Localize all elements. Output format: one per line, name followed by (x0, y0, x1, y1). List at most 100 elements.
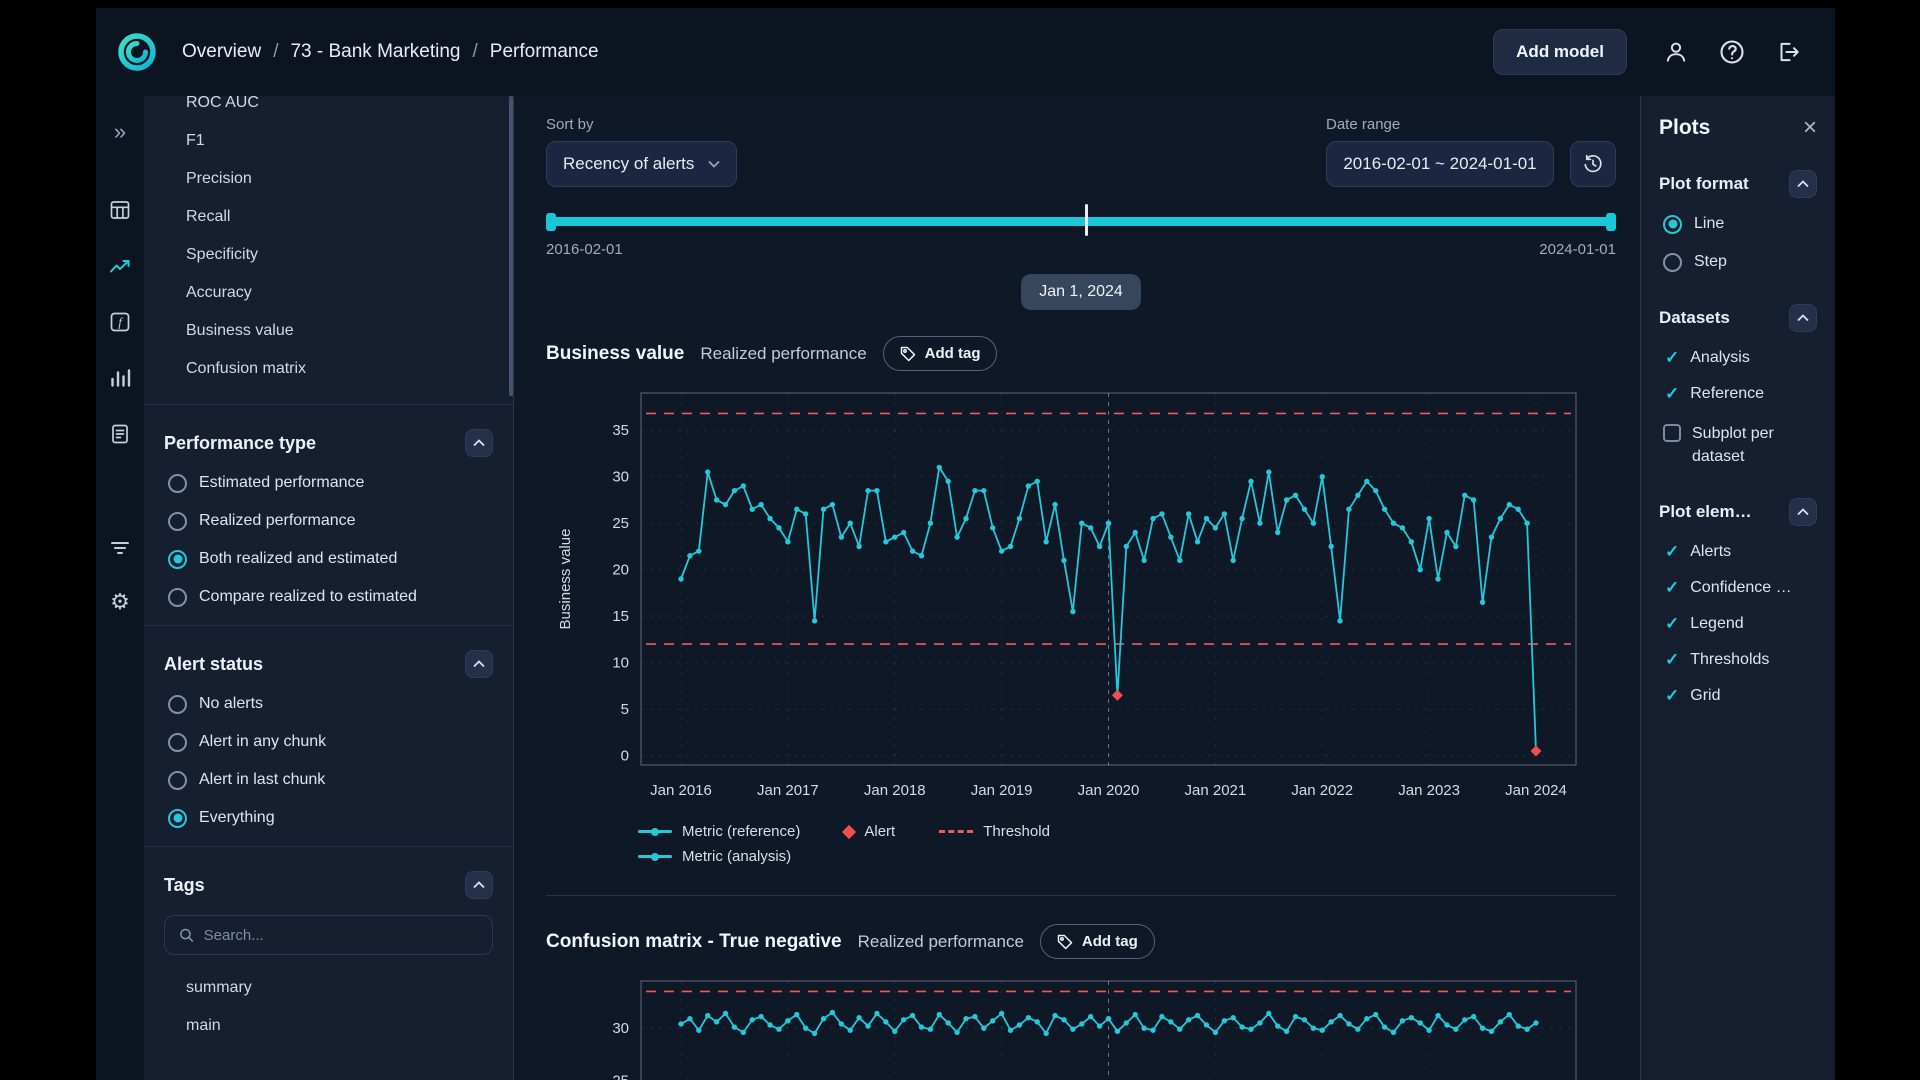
confusion-matrix-chart[interactable]: 051015202530Jan 2016Jan 2017Jan 2018Jan … (546, 967, 1606, 1080)
legend-threshold[interactable]: Threshold (939, 823, 1050, 840)
metric-item-precision[interactable]: Precision (186, 160, 493, 198)
performance-chart-icon[interactable] (102, 248, 138, 284)
app-logo-icon[interactable] (114, 29, 160, 75)
legend-metric-analysis[interactable]: Metric (analysis) (638, 848, 791, 865)
tag-search-input[interactable] (204, 927, 478, 944)
settings-gear-icon[interactable]: ⚙ (102, 584, 138, 620)
radio-no-alerts[interactable]: No alerts (164, 692, 493, 716)
sort-by-select[interactable]: Recency of alerts (546, 141, 737, 187)
metric-item-specificity[interactable]: Specificity (186, 236, 493, 274)
section-subtitle: Realized performance (700, 344, 866, 364)
slider-handle-end[interactable] (1606, 213, 1616, 231)
radio-compare-realized-estimated[interactable]: Compare realized to estimated (164, 585, 493, 609)
radio-circle (168, 733, 187, 752)
metric-reference-series[interactable] (678, 1010, 1111, 1036)
add-tag-button[interactable]: Add tag (1040, 924, 1155, 959)
dashed-line-icon (939, 830, 973, 833)
legend-metric-reference[interactable]: Metric (reference) (638, 823, 800, 840)
breadcrumb-separator: / (473, 41, 478, 63)
legend-label: Alert (864, 823, 895, 840)
check-reference[interactable]: ✓ Reference (1659, 384, 1817, 404)
radio-circle (168, 474, 187, 493)
metric-analysis-series[interactable] (1106, 1011, 1539, 1035)
legend-alert[interactable]: Alert (844, 823, 895, 840)
table-icon[interactable] (102, 192, 138, 228)
checkbox-subplot-per-dataset[interactable]: Subplot per dataset (1659, 422, 1817, 468)
breadcrumb-overview[interactable]: Overview (182, 41, 261, 63)
tags-title: Tags (164, 875, 205, 896)
datasets-title: Datasets (1659, 308, 1730, 328)
tag-item-summary[interactable]: summary (186, 969, 493, 1007)
metric-item-f1[interactable]: F1 (186, 122, 493, 160)
filter-icon[interactable] (102, 530, 138, 566)
svg-text:30: 30 (612, 1020, 629, 1037)
collapse-alert-status-button[interactable] (465, 650, 493, 678)
tag-icon (1057, 934, 1073, 950)
collapse-datasets-button[interactable] (1789, 304, 1817, 332)
check-analysis[interactable]: ✓ Analysis (1659, 348, 1817, 368)
breadcrumb-performance: Performance (490, 41, 599, 63)
check-label: Legend (1690, 615, 1743, 633)
svg-text:15: 15 (612, 608, 629, 625)
radio-realized-performance[interactable]: Realized performance (164, 509, 493, 533)
breadcrumb-model[interactable]: 73 - Bank Marketing (290, 41, 460, 63)
radio-circle (168, 588, 187, 607)
user-account-icon[interactable] (1655, 31, 1697, 73)
collapse-performance-type-button[interactable] (465, 429, 493, 457)
alert-markers[interactable] (1112, 690, 1542, 757)
metrics-sidebar: ROC AUC F1 Precision Recall Specificity … (144, 96, 514, 1080)
collapse-plot-format-button[interactable] (1789, 170, 1817, 198)
hovered-date-chip: Jan 1, 2024 (1021, 274, 1141, 310)
business-value-chart[interactable]: 05101520253035Jan 2016Jan 2017Jan 2018Ja… (546, 379, 1606, 815)
slider-position-marker[interactable] (1085, 204, 1088, 236)
slider-handle-start[interactable] (546, 213, 556, 231)
collapse-plot-elements-button[interactable] (1789, 498, 1817, 526)
metric-reference-series[interactable] (678, 465, 1111, 624)
expand-sidebar-icon[interactable]: » (102, 114, 138, 150)
radio-line-format[interactable]: Line (1659, 212, 1817, 236)
metric-item-confusion-matrix[interactable]: Confusion matrix (186, 350, 493, 388)
check-icon: ✓ (1665, 578, 1679, 598)
check-label: Alerts (1690, 543, 1731, 561)
date-range-input[interactable]: 2016-02-01 ~ 2024-01-01 (1326, 141, 1554, 187)
confusion-matrix-section-header: Confusion matrix - True negative Realize… (546, 924, 1616, 959)
sort-by-label: Sort by (546, 116, 737, 133)
function-icon[interactable]: f (102, 304, 138, 340)
alert-diamond-icon (842, 824, 856, 838)
check-thresholds[interactable]: ✓ Thresholds (1659, 650, 1817, 670)
date-range-slider[interactable] (546, 213, 1616, 231)
check-legend[interactable]: ✓ Legend (1659, 614, 1817, 634)
collapse-tags-button[interactable] (465, 871, 493, 899)
tag-search-box[interactable] (164, 915, 493, 955)
radio-alert-any-chunk[interactable]: Alert in any chunk (164, 730, 493, 754)
sidebar-scrollbar[interactable] (509, 96, 513, 396)
plot-format-section: Plot format Line Step (1659, 170, 1817, 274)
metric-item-recall[interactable]: Recall (186, 198, 493, 236)
add-tag-label: Add tag (1082, 933, 1138, 950)
check-grid[interactable]: ✓ Grid (1659, 686, 1817, 706)
check-confidence-bands[interactable]: ✓ Confidence bands (1659, 578, 1817, 598)
close-icon[interactable]: × (1803, 116, 1817, 140)
metric-item-business-value[interactable]: Business value (186, 312, 493, 350)
report-icon[interactable] (102, 416, 138, 452)
radio-step-format[interactable]: Step (1659, 250, 1817, 274)
slider-track[interactable] (546, 217, 1616, 226)
add-tag-button[interactable]: Add tag (883, 336, 998, 371)
metric-item-accuracy[interactable]: Accuracy (186, 274, 493, 312)
plots-main-area: Sort by Recency of alerts Date range 201… (514, 96, 1641, 1080)
radio-both-realized-estimated[interactable]: Both realized and estimated (164, 547, 493, 571)
add-model-button[interactable]: Add model (1493, 29, 1627, 75)
logout-icon[interactable] (1767, 31, 1809, 73)
help-icon[interactable] (1711, 31, 1753, 73)
reset-date-range-icon[interactable] (1570, 141, 1616, 187)
svg-text:0: 0 (621, 748, 629, 765)
check-icon: ✓ (1665, 384, 1679, 404)
check-alerts[interactable]: ✓ Alerts (1659, 542, 1817, 562)
tag-item-main[interactable]: main (186, 1007, 493, 1045)
radio-estimated-performance[interactable]: Estimated performance (164, 471, 493, 495)
radio-everything[interactable]: Everything (164, 806, 493, 830)
radio-label: Compare realized to estimated (199, 588, 417, 606)
metric-item-roc-auc[interactable]: ROC AUC (186, 96, 493, 122)
radio-alert-last-chunk[interactable]: Alert in last chunk (164, 768, 493, 792)
bar-chart-icon[interactable] (102, 360, 138, 396)
